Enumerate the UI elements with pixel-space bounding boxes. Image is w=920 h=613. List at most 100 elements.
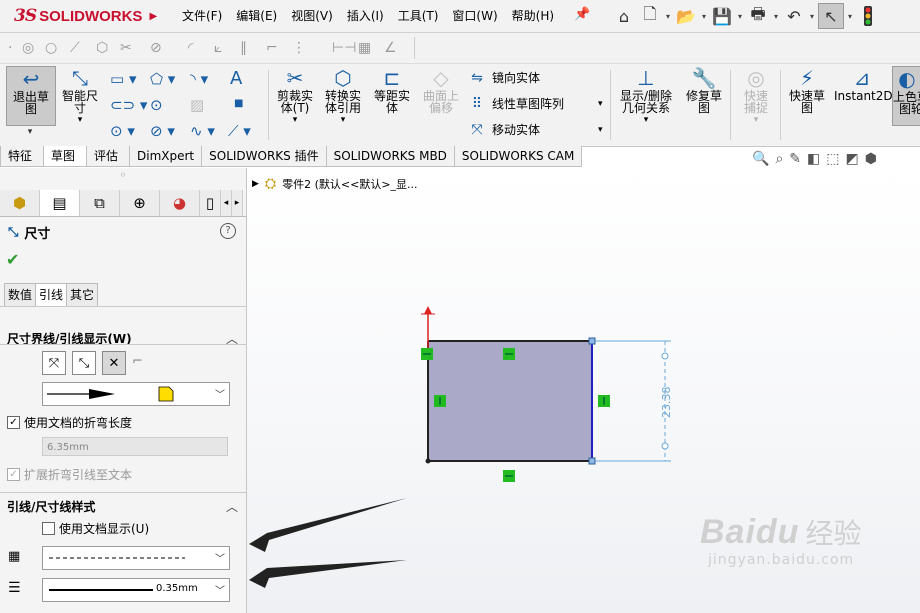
property-manager-tab[interactable]: ▤	[40, 190, 80, 216]
point-icon[interactable]: ·	[8, 40, 12, 56]
tangent-icon[interactable]: ⊘	[150, 40, 162, 56]
tab-addins[interactable]: SOLIDWORKS 插件	[201, 146, 327, 167]
construction-icon[interactable]: ▨	[190, 96, 204, 114]
smart-arrows-icon[interactable]: ✕	[102, 351, 126, 375]
menu-help[interactable]: 帮助(H)	[512, 7, 554, 24]
circle-icon[interactable]: ○	[45, 40, 57, 56]
zoom-area-icon[interactable]: ⌕	[775, 151, 783, 167]
show-relations-button[interactable]: ⊥ 显示/删除几何关系 ▾	[616, 66, 676, 126]
menu-insert[interactable]: 插入(I)	[347, 7, 384, 24]
hide-show-icon[interactable]: ⬢	[865, 151, 877, 167]
smart-dimension-button[interactable]: ⤡ 智能尺寸 ▾	[58, 66, 102, 126]
angle-icon[interactable]: ∠	[384, 40, 397, 56]
subtab-value[interactable]: 数值	[4, 283, 37, 307]
menu-edit[interactable]: 编辑(E)	[236, 7, 277, 24]
shaded-sketch-contours-button[interactable]: ◐ 上色草图轮	[892, 66, 920, 126]
expand-arrow-icon[interactable]: ▶	[252, 179, 259, 189]
scroll-right-icon[interactable]: ▸	[232, 190, 243, 216]
convert-entities-button[interactable]: ⬡ 转换实体引用 ▾	[320, 66, 366, 126]
linear-pattern-button[interactable]: ⠿ 线性草图阵列 ▾	[468, 95, 603, 112]
menu-file[interactable]: 文件(F)	[182, 7, 222, 24]
display-manager-tab[interactable]: ◕	[160, 190, 200, 216]
help-icon[interactable]: ?	[220, 223, 236, 239]
tab-sketch[interactable]: 草图	[43, 146, 87, 167]
display-style-icon[interactable]: ◩	[845, 151, 858, 167]
section-view-icon[interactable]: ◧	[807, 151, 820, 167]
line-style-select[interactable]: ﹀	[42, 546, 230, 570]
fillet-icon[interactable]: ◜	[188, 40, 193, 56]
corner-icon[interactable]: ⌐	[266, 40, 278, 56]
grid-dot-icon[interactable]: ⋮	[292, 40, 306, 56]
polygon-tool-icon[interactable]: ⬠ ▾	[150, 70, 175, 88]
scroll-left-icon[interactable]: ◂	[221, 190, 232, 216]
bent-leader-icon[interactable]: ⌐	[132, 354, 143, 369]
arrows-outside-icon[interactable]: ⤧	[42, 351, 66, 375]
ok-check-icon[interactable]: ✔	[6, 250, 19, 269]
grid-icon[interactable]: ▦	[358, 40, 371, 56]
text-tool-icon[interactable]: A	[230, 68, 242, 89]
open-icon[interactable]: 📂	[674, 4, 698, 28]
dimxpert-manager-tab[interactable]: ⊕	[120, 190, 160, 216]
coincident-relation-icon[interactable]	[421, 348, 433, 360]
chamfer-icon[interactable]: ⟀	[214, 40, 222, 56]
instant2d-button[interactable]: ⊿ Instant2D	[834, 66, 893, 102]
repair-sketch-button[interactable]: 🔧 修复草图	[682, 66, 726, 114]
trim-icon[interactable]: ✂	[120, 40, 132, 56]
move-entities-button[interactable]: ⤧ 移动实体 ▾	[468, 121, 602, 138]
menu-window[interactable]: 窗口(W)	[452, 7, 497, 24]
use-document-display-checkbox[interactable]: 使用文档显示(U)	[42, 520, 149, 537]
centerline-icon[interactable]: ⟋ ▾	[228, 122, 251, 140]
zoom-to-fit-icon[interactable]: 🔍	[752, 151, 769, 167]
spline-icon[interactable]: ∿ ▾	[190, 122, 215, 140]
dimension-icon[interactable]: ⊢⊣	[332, 40, 356, 56]
traffic-light-icon[interactable]	[856, 4, 880, 28]
undo-icon[interactable]: ↶	[782, 4, 806, 28]
line-thickness-select[interactable]: 0.35mm ﹀	[42, 578, 230, 602]
exit-sketch-button[interactable]: ↩ 退出草图	[6, 66, 56, 126]
subtab-leaders[interactable]: 引线	[35, 283, 68, 307]
rapid-sketch-button[interactable]: ⚡ 快速草图	[784, 66, 830, 114]
print-icon[interactable]: 🖶	[746, 4, 770, 28]
quick-snaps-button[interactable]: ◎ 快速捕捉 ▾	[734, 66, 778, 126]
tab-evaluate[interactable]: 评估	[86, 146, 130, 167]
horizontal-relation-icon[interactable]	[503, 348, 515, 360]
collapse-chevron-icon[interactable]: ︿	[226, 498, 238, 515]
slot-icon[interactable]: ⊂⊃ ▾	[110, 96, 147, 114]
arrows-inside-icon[interactable]: ⤡	[72, 351, 96, 375]
circle-perimeter-icon[interactable]: ⊙ ▾	[110, 122, 135, 140]
arrow-style-select[interactable]: ﹀	[42, 382, 230, 406]
vertical-relation-icon[interactable]	[434, 395, 446, 407]
rectangle-icon[interactable]: ▭ ▾	[110, 70, 136, 88]
circle-tool-icon[interactable]: ⊙	[150, 96, 163, 114]
dimension-arrow-handle-top[interactable]	[661, 352, 669, 360]
save-icon[interactable]: 💾	[710, 4, 734, 28]
circle-center-icon[interactable]: ◎	[22, 40, 34, 56]
home-icon[interactable]: ⌂	[612, 4, 636, 28]
tab-mbd[interactable]: SOLIDWORKS MBD	[325, 146, 455, 167]
subtab-other[interactable]: 其它	[66, 283, 99, 307]
trim-entities-button[interactable]: ✂ 剪裁实体(T) ▾	[272, 66, 318, 126]
solidworks-logo[interactable]: 3S SOLIDWORKS ▶	[14, 4, 157, 28]
tab-features[interactable]: 特征	[0, 146, 44, 167]
corner-handle-br[interactable]	[588, 457, 596, 465]
pin-icon[interactable]: 📌	[574, 7, 590, 22]
feature-tree-flyout[interactable]: ▶ ⛭ 零件2 (默认<<默认>_显...	[252, 176, 418, 192]
feature-manager-tab[interactable]: ⬢	[0, 190, 40, 216]
horizontal-relation-icon[interactable]	[503, 470, 515, 482]
corner-point-bl[interactable]	[425, 458, 431, 464]
polygon-icon[interactable]: ⬡	[96, 40, 108, 56]
use-doc-bend-length-checkbox[interactable]: ✓ 使用文档的折弯长度	[7, 414, 132, 431]
corner-handle-tr[interactable]	[588, 337, 596, 345]
dimension-value[interactable]: 23.38	[660, 387, 673, 419]
line-icon[interactable]: ⟋	[70, 40, 80, 56]
offset-entities-button[interactable]: ⊏ 等距实体	[370, 66, 414, 114]
vertical-relation-icon[interactable]	[598, 395, 610, 407]
ellipse-icon[interactable]: ⊘ ▾	[150, 122, 175, 140]
view-orientation-icon[interactable]: ⬚	[826, 151, 839, 167]
bend-length-field[interactable]: 6.35mm	[42, 437, 228, 456]
arc-icon[interactable]: ◝ ▾	[190, 70, 208, 88]
point-tool-icon[interactable]: ■	[234, 98, 243, 109]
extend-bend-leader-checkbox[interactable]: ✓ 扩展折弯引线至文本	[7, 466, 132, 483]
surface-offset-button[interactable]: ◇ 曲面上偏移	[418, 66, 464, 114]
menu-view[interactable]: 视图(V)	[291, 7, 333, 24]
